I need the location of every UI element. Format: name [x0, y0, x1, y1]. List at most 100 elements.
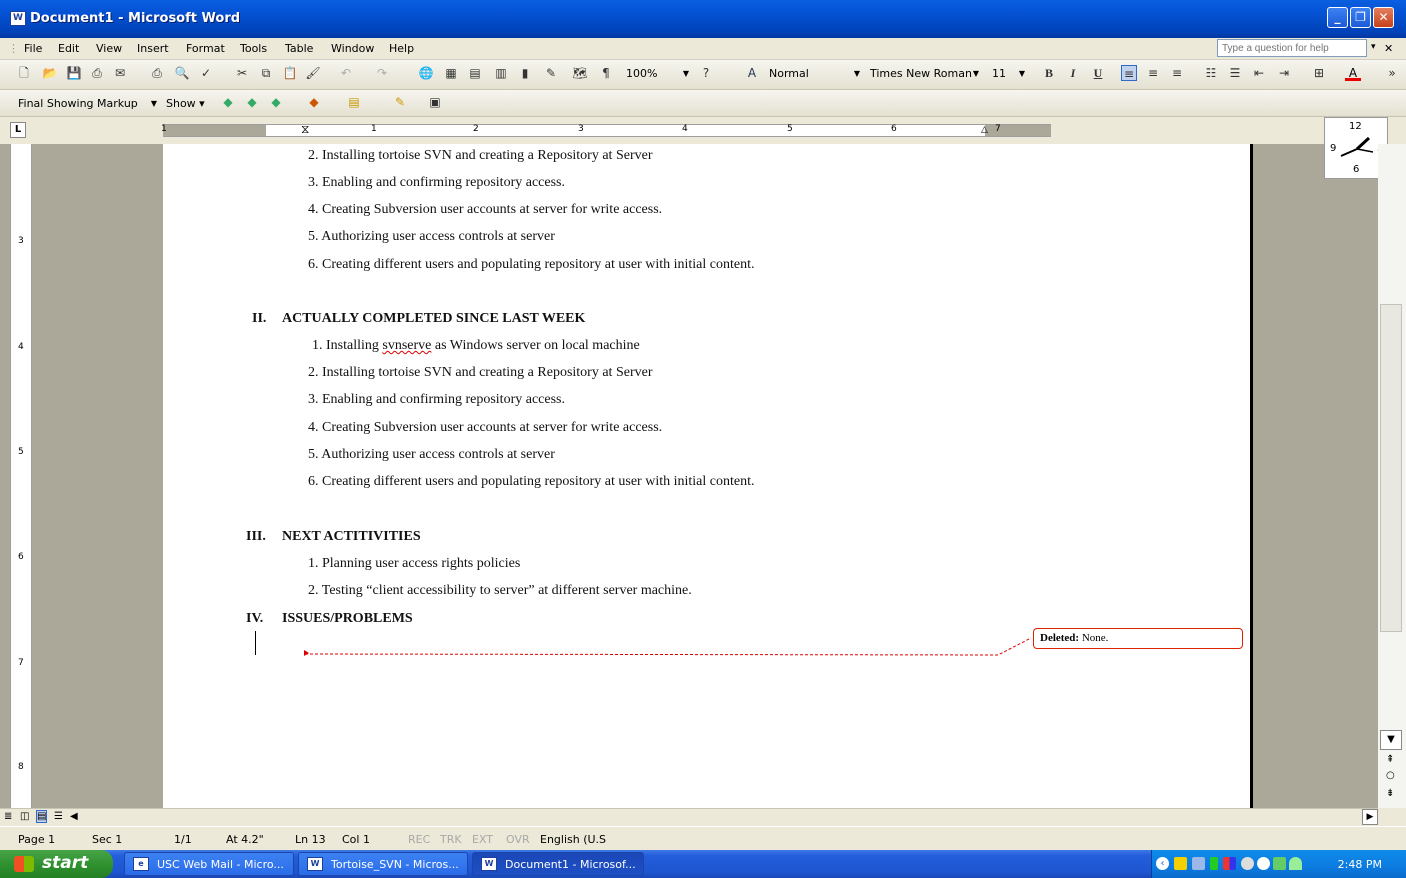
taskbar-button-tortoise[interactable]: W Tortoise_SVN - Micros... — [298, 852, 468, 876]
styles-formatting-icon[interactable]: A — [744, 65, 760, 81]
accept-change-icon[interactable]: ◆ — [268, 94, 284, 110]
normal-view-icon[interactable]: ≣ — [4, 811, 12, 822]
font-select[interactable]: Times New Roman ▼ — [866, 64, 984, 83]
reviewing-pane-icon[interactable]: ▣ — [427, 94, 443, 110]
show-hide-icon[interactable]: ¶ — [598, 65, 614, 81]
next-page-icon[interactable]: ⇟ — [1386, 788, 1394, 799]
insert-comment-icon[interactable]: ▤ — [346, 94, 362, 110]
word-app-icon[interactable]: W — [10, 11, 26, 26]
start-button[interactable]: start — [0, 850, 113, 878]
drawing-icon[interactable]: ✎ — [543, 65, 559, 81]
indent-marker-icon[interactable]: ⧖ — [301, 122, 309, 137]
italic-button[interactable]: I — [1065, 65, 1081, 81]
document-page[interactable]: 2. Installing tortoise SVN and creating … — [163, 144, 1253, 808]
menu-tools[interactable]: Tools — [240, 42, 267, 55]
menu-help[interactable]: Help — [389, 42, 414, 55]
columns-icon[interactable]: ▮ — [517, 65, 533, 81]
style-select[interactable]: Normal ▼ — [765, 64, 865, 83]
show-menu-button[interactable]: Show ▾ — [166, 97, 205, 110]
network-icon[interactable] — [1192, 857, 1205, 870]
numbering-icon[interactable]: ☷ — [1203, 65, 1219, 81]
tables-borders-icon[interactable]: ▦ — [443, 65, 459, 81]
close-button[interactable]: ✕ — [1373, 7, 1394, 28]
scroll-down-button[interactable]: ▼ — [1380, 730, 1402, 750]
menu-view[interactable]: View — [96, 42, 122, 55]
display-for-review-select[interactable]: Final Showing Markup ▼ — [14, 94, 162, 113]
redo-icon[interactable]: ↷ — [374, 65, 390, 81]
menu-file[interactable]: File — [24, 42, 42, 55]
right-indent-marker-icon[interactable]: △ — [981, 125, 988, 135]
increase-indent-icon[interactable]: ⇥ — [1276, 65, 1292, 81]
insert-table-icon[interactable]: ▤ — [467, 65, 483, 81]
restore-button[interactable]: ❐ — [1350, 7, 1371, 28]
messenger-icon[interactable] — [1257, 857, 1270, 870]
show-hidden-icons-icon[interactable]: ‹ — [1156, 857, 1169, 870]
reject-change-icon[interactable]: ◆ — [306, 94, 322, 110]
status-ext[interactable]: EXT — [472, 833, 493, 846]
scroll-left-icon[interactable]: ◀ — [70, 811, 78, 822]
vertical-scrollbar[interactable]: ▼ ⇞ ○ ⇟ — [1378, 144, 1406, 808]
paste-icon[interactable]: 📋 — [282, 65, 298, 81]
ask-question-input[interactable] — [1217, 39, 1367, 57]
cut-icon[interactable]: ✂ — [234, 65, 250, 81]
align-right-icon[interactable]: ≡ — [1169, 65, 1185, 81]
borders-icon[interactable]: ⊞ — [1311, 65, 1327, 81]
status-trk[interactable]: TRK — [440, 833, 462, 846]
previous-change-icon[interactable]: ◆ — [220, 94, 236, 110]
print-preview-icon[interactable]: 🔍 — [174, 65, 190, 81]
bold-button[interactable]: B — [1041, 65, 1057, 81]
web-layout-icon[interactable]: ◫ — [20, 811, 29, 822]
tab-selector[interactable]: L — [10, 122, 26, 138]
scroll-thumb[interactable] — [1380, 304, 1402, 632]
document-map-icon[interactable]: 🗺 — [572, 65, 588, 81]
menu-edit[interactable]: Edit — [58, 42, 79, 55]
tray-app-icon[interactable] — [1273, 857, 1286, 870]
format-painter-icon[interactable]: 🖌 — [305, 65, 321, 81]
help-dropdown-icon[interactable]: ▾ — [1371, 42, 1376, 52]
tray-app-icon[interactable] — [1223, 857, 1236, 870]
outline-view-icon[interactable]: ☰ — [54, 811, 63, 822]
track-changes-icon[interactable]: ✎ — [392, 94, 408, 110]
minimize-button[interactable]: _ — [1327, 7, 1348, 28]
toolbar-options-icon[interactable]: » — [1384, 65, 1400, 81]
menu-insert[interactable]: Insert — [137, 42, 169, 55]
print-layout-icon[interactable]: ▤ — [36, 810, 48, 823]
help-icon[interactable]: ? — [698, 65, 714, 81]
decrease-indent-icon[interactable]: ⇤ — [1251, 65, 1267, 81]
open-folder-icon[interactable]: 📂 — [42, 65, 58, 81]
scroll-right-button[interactable]: ▶ — [1362, 809, 1378, 825]
insert-excel-icon[interactable]: ▥ — [493, 65, 509, 81]
next-change-icon[interactable]: ◆ — [244, 94, 260, 110]
deleted-balloon[interactable]: Deleted: None. — [1033, 628, 1243, 649]
tray-app-icon[interactable] — [1210, 857, 1218, 870]
status-ovr[interactable]: OVR — [506, 833, 530, 846]
print-icon[interactable]: ⎙ — [149, 65, 165, 81]
bullets-icon[interactable]: ☰ — [1227, 65, 1243, 81]
taskbar-button-webmail[interactable]: e USC Web Mail - Micro... — [124, 852, 294, 876]
undo-icon[interactable]: ↶ — [338, 65, 354, 81]
align-center-icon[interactable]: ≡ — [1145, 65, 1161, 81]
email-icon[interactable]: ✉ — [112, 65, 128, 81]
menu-table[interactable]: Table — [285, 42, 313, 55]
menu-window[interactable]: Window — [331, 42, 374, 55]
new-document-icon[interactable]: 🗋 — [16, 65, 32, 81]
spelling-icon[interactable]: ✓ — [198, 65, 214, 81]
zoom-select[interactable]: 100% ▼ — [622, 64, 694, 83]
taskbar-button-document1[interactable]: W Document1 - Microsof... — [472, 852, 644, 876]
previous-page-icon[interactable]: ⇞ — [1386, 754, 1394, 765]
underline-button[interactable]: U — [1090, 65, 1106, 81]
wireless-icon[interactable] — [1289, 857, 1302, 870]
font-size-select[interactable]: 11 ▼ — [988, 64, 1030, 83]
select-browse-object-icon[interactable]: ○ — [1386, 770, 1395, 781]
permission-icon[interactable]: ⎙ — [89, 65, 105, 81]
save-icon[interactable]: 💾 — [66, 65, 82, 81]
status-rec[interactable]: REC — [408, 833, 430, 846]
hyperlink-icon[interactable]: 🌐 — [418, 65, 434, 81]
close-document-button[interactable]: ✕ — [1384, 42, 1393, 55]
menu-format[interactable]: Format — [186, 42, 225, 55]
tray-app-icon[interactable] — [1174, 857, 1187, 870]
ruler-band[interactable]: 1 1 2 3 4 5 6 7 ⧖ △ — [161, 122, 1051, 137]
copy-icon[interactable]: ⧉ — [258, 65, 274, 81]
tray-app-icon[interactable] — [1241, 857, 1254, 870]
taskbar-clock[interactable]: 2:48 PM — [1338, 858, 1382, 871]
